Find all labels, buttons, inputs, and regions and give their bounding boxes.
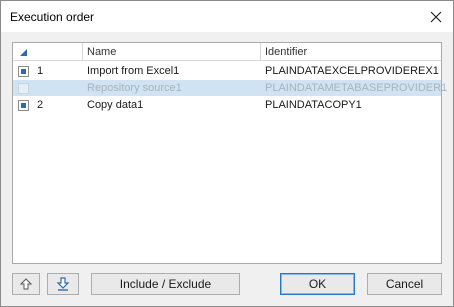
grid-header: Name Identifier (13, 43, 441, 61)
dialog-body: Name Identifier 1 Import from Excel1 PLA… (1, 32, 453, 306)
include-exclude-button[interactable]: Include / Exclude (91, 273, 240, 295)
row-order: 2 (37, 99, 44, 111)
move-down-button[interactable] (47, 273, 79, 295)
table-row[interactable]: 1 Import from Excel1 PLAINDATAEXCELPROVI… (13, 63, 441, 79)
move-up-button[interactable] (12, 273, 40, 295)
table-row[interactable]: 2 Copy data1 PLAINDATACOPY1 (13, 97, 441, 113)
title-bar: Execution order (1, 1, 453, 32)
arrow-down-icon (56, 277, 70, 291)
header-check-column[interactable] (13, 43, 83, 61)
row-identifier: PLAINDATACOPY1 (265, 99, 362, 111)
table-row[interactable]: Repository source1 PLAINDATAMETABASEPROV… (13, 80, 447, 96)
row-checkbox[interactable] (18, 100, 29, 111)
column-header-identifier[interactable]: Identifier (261, 43, 441, 61)
row-checkbox[interactable] (18, 83, 29, 94)
row-identifier: PLAINDATAMETABASEPROVIDER1 (265, 82, 448, 94)
row-identifier: PLAINDATAEXCELPROVIDEREX1 (265, 65, 439, 77)
arrow-up-icon (19, 278, 33, 290)
column-header-name[interactable]: Name (83, 43, 261, 61)
row-name: Import from Excel1 (87, 65, 180, 77)
close-button[interactable] (425, 6, 447, 28)
execution-order-dialog: Execution order Name Identifier 1 Import… (0, 0, 454, 307)
row-checkbox[interactable] (18, 66, 29, 77)
row-name: Repository source1 (87, 82, 182, 94)
dialog-title: Execution order (10, 10, 95, 24)
close-icon (430, 11, 442, 23)
row-name: Copy data1 (87, 99, 144, 111)
execution-order-grid: Name Identifier 1 Import from Excel1 PLA… (12, 42, 447, 264)
select-all-icon[interactable] (18, 47, 29, 58)
ok-button[interactable]: OK (280, 273, 355, 295)
row-order: 1 (37, 65, 44, 77)
cancel-button[interactable]: Cancel (367, 273, 442, 295)
